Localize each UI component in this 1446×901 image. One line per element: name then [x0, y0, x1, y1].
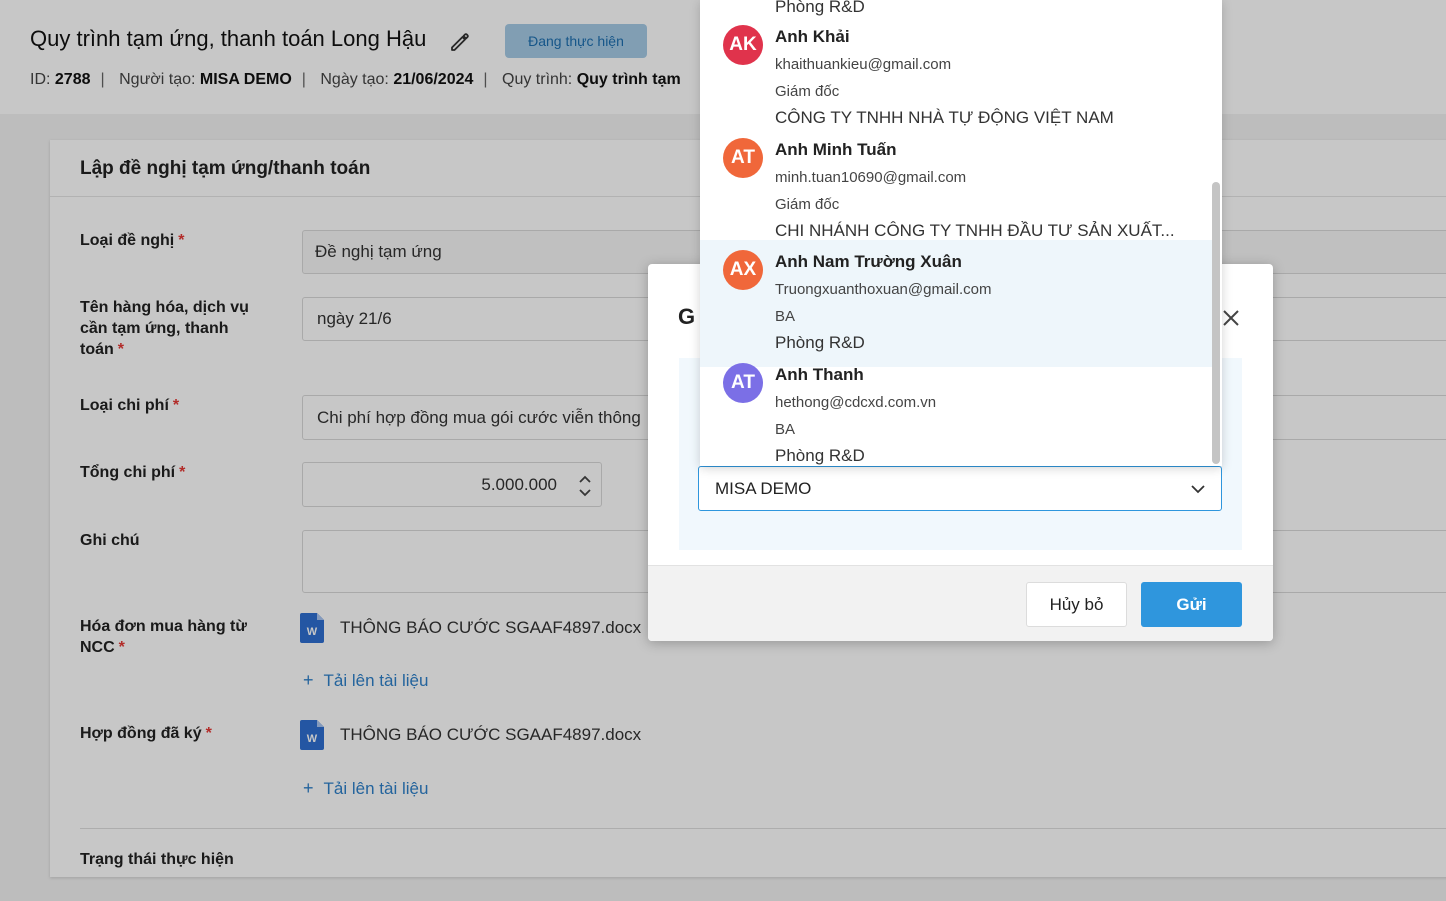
- option-org: Phòng R&D: [775, 446, 865, 465]
- avatar: AT: [723, 138, 763, 178]
- avatar: AT: [723, 363, 763, 403]
- option-org: CÔNG TY TNHH NHÀ TỰ ĐỘNG VIỆT NAM: [775, 108, 1114, 127]
- option-title: Giám đốc: [775, 83, 840, 100]
- recipient-select[interactable]: MISA DEMO: [698, 466, 1222, 511]
- avatar: AX: [723, 250, 763, 290]
- dropdown-scrollbar[interactable]: [1212, 182, 1220, 464]
- option-name: Anh Minh Tuấn: [775, 140, 897, 159]
- send-button[interactable]: Gửi: [1141, 582, 1242, 627]
- recipient-select-value: MISA DEMO: [715, 478, 812, 498]
- option-name: Anh Khải: [775, 27, 850, 46]
- close-icon[interactable]: [1219, 306, 1243, 330]
- option-title: BA: [775, 308, 796, 325]
- option-email: hethong@cdcxd.com.vn: [775, 394, 937, 411]
- option-email: Truongxuanthoxuan@gmail.com: [775, 281, 992, 298]
- cancel-button[interactable]: Hủy bỏ: [1026, 582, 1127, 627]
- option-title: Giám đốc: [775, 196, 840, 213]
- option-name: Anh Nam Trường Xuân: [775, 252, 962, 271]
- option-email: minh.tuan10690@gmail.com: [775, 169, 967, 186]
- chevron-down-icon[interactable]: [1189, 480, 1207, 498]
- option-org: CHI NHÁNH CÔNG TY TNHH ĐẦU TƯ SẢN XUẤT..…: [775, 221, 1175, 240]
- dialog-title: G: [678, 304, 696, 329]
- avatar: AK: [723, 25, 763, 65]
- option-email: khaithuankieu@gmail.com: [775, 56, 952, 73]
- option-org: Phòng R&D: [775, 333, 865, 352]
- option-name: Anh Thanh: [775, 365, 864, 384]
- option-title: BA: [775, 421, 796, 438]
